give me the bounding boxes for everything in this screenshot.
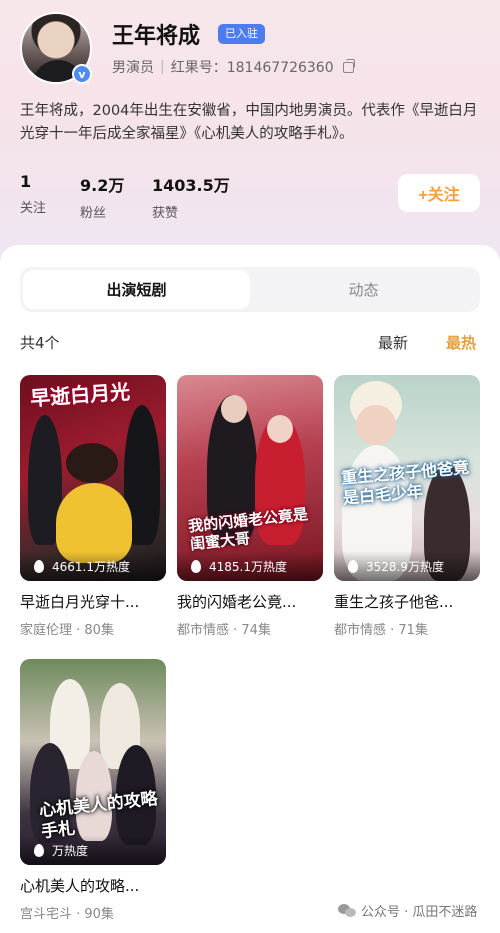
profile-bio: 王年将成，2004年出生在安徽省，中国内地男演员。代表作《早逝白月光穿十一年后成… — [20, 103, 478, 142]
poster-title-art: 早逝白月光 — [29, 379, 131, 411]
drama-meta: 都市情感 · 74集 — [177, 623, 271, 638]
profile-header: v 王年将成 已入驻 男演员 | 红果号：181467726360 王年将成，2… — [0, 0, 500, 245]
tab-posts[interactable]: 动态 — [250, 270, 477, 309]
profile-role: 男演员 — [112, 60, 154, 76]
drama-title: 我的闪婚老公竟... — [177, 593, 297, 611]
joined-badge: 已入驻 — [218, 24, 265, 44]
meta-divider: | — [160, 59, 165, 75]
content-panel: 出演短剧 动态 共4个 最新 最热 早逝白月光 4661.1万热度 早逝白月光穿… — [0, 245, 500, 933]
stat-label: 粉丝 — [80, 206, 107, 221]
watermark: 公众号 · 瓜田不迷路 — [338, 901, 477, 920]
tab-dramas[interactable]: 出演短剧 — [23, 270, 250, 309]
stat-label: 关注 — [20, 201, 47, 216]
copy-icon[interactable] — [342, 58, 355, 73]
stat-value: 1 — [20, 172, 32, 191]
profile-id: 红果号：181467726360 — [170, 60, 334, 76]
stat-value: 9.2万 — [80, 176, 125, 195]
flame-icon — [34, 844, 44, 857]
drama-poster[interactable]: 心机美人的攻略手札 万热度 — [20, 659, 166, 865]
tab-bar: 出演短剧 动态 — [20, 267, 480, 312]
follow-button[interactable]: +关注 — [398, 174, 480, 212]
drama-title: 心机美人的攻略... — [20, 877, 140, 895]
stat-label: 获赞 — [152, 206, 179, 221]
drama-poster[interactable]: 早逝白月光 4661.1万热度 — [20, 375, 166, 581]
flame-icon — [191, 560, 201, 573]
verified-icon: v — [72, 64, 92, 84]
drama-meta: 都市情感 · 71集 — [334, 623, 428, 638]
stat-value: 1403.5万 — [152, 176, 230, 195]
poster-title-art: 我的闪婚老公竟是闺蜜大哥 — [187, 505, 309, 554]
sort-newest-button[interactable]: 最新 — [378, 332, 408, 353]
sort-hottest-button[interactable]: 最热 — [446, 332, 476, 353]
drama-poster[interactable]: 我的闪婚老公竟是闺蜜大哥 4185.1万热度 — [177, 375, 323, 581]
drama-title: 早逝白月光穿十... — [20, 593, 140, 611]
stat-likes[interactable]: 1403.5万 获赞 — [152, 172, 230, 221]
flame-icon — [34, 560, 44, 573]
wechat-icon — [338, 903, 356, 918]
drama-poster[interactable]: 重生之孩子他爸竟是白毛少年 3528.9万热度 — [334, 375, 480, 581]
drama-meta: 宫斗宅斗 · 90集 — [20, 907, 114, 922]
drama-card[interactable]: 我的闪婚老公竟是闺蜜大哥 4185.1万热度 我的闪婚老公竟... 都市情感 ·… — [177, 375, 323, 638]
drama-card[interactable]: 心机美人的攻略手札 万热度 心机美人的攻略... 宫斗宅斗 · 90集 — [20, 659, 166, 922]
watermark-text: 公众号 · 瓜田不迷路 — [361, 905, 478, 920]
stat-fans[interactable]: 9.2万 粉丝 — [80, 172, 124, 221]
drama-title: 重生之孩子他爸... — [334, 593, 454, 611]
flame-icon — [348, 560, 358, 573]
profile-meta: 男演员 | 红果号：181467726360 — [112, 57, 355, 77]
drama-card[interactable]: 重生之孩子他爸竟是白毛少年 3528.9万热度 重生之孩子他爸... 都市情感 … — [334, 375, 480, 638]
profile-name: 王年将成 — [112, 24, 201, 49]
drama-card[interactable]: 早逝白月光 4661.1万热度 早逝白月光穿十... 家庭伦理 · 80集 — [20, 375, 166, 638]
drama-count: 共4个 — [20, 334, 60, 352]
drama-meta: 家庭伦理 · 80集 — [20, 623, 114, 638]
stat-following[interactable]: 1 关注 — [20, 172, 46, 216]
